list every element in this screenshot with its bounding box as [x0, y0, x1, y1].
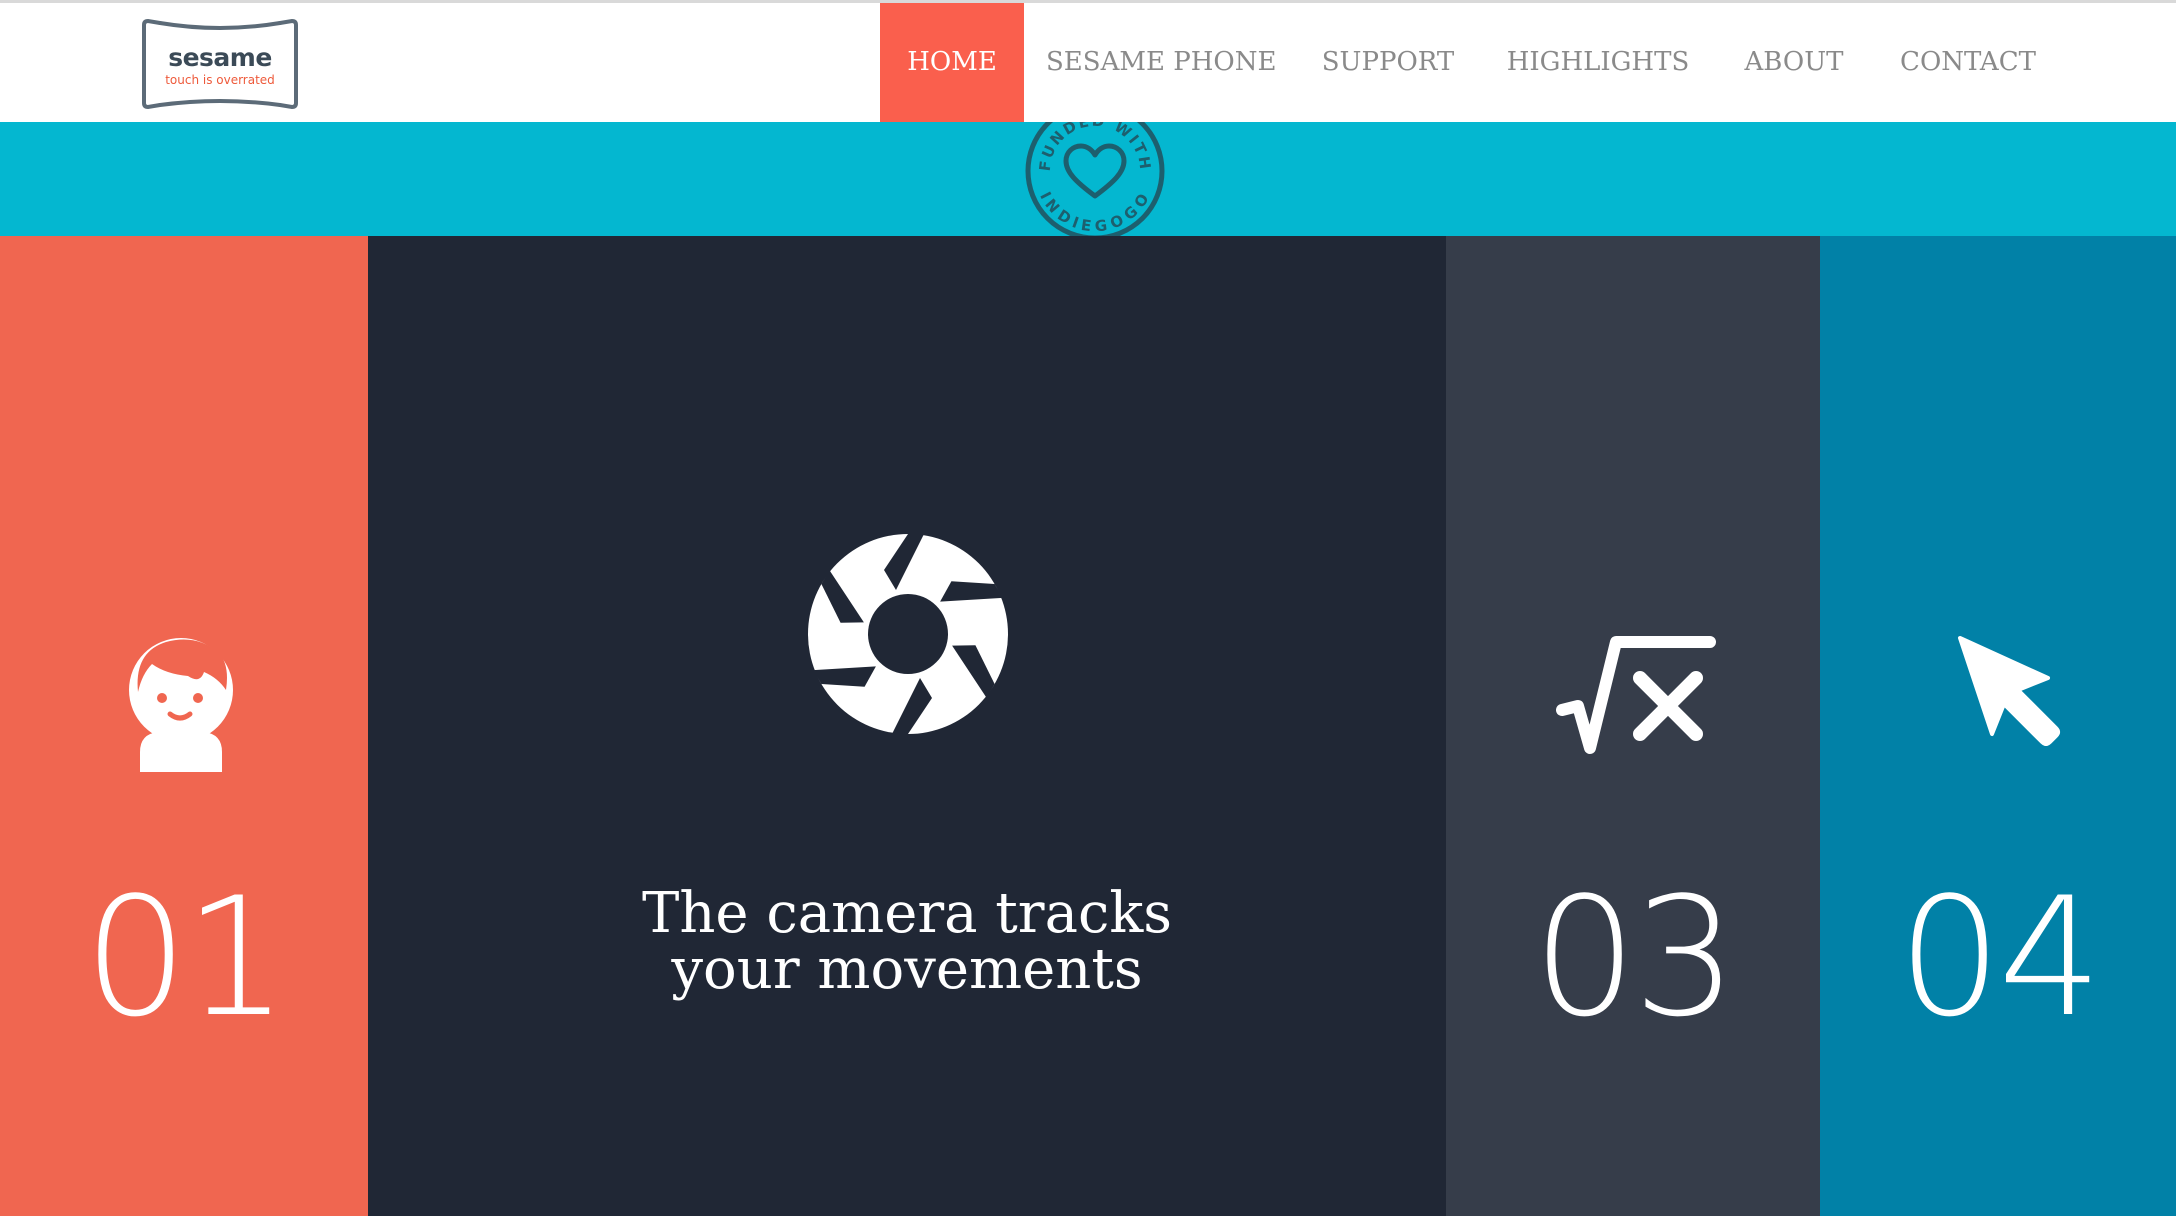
caption-line-1: The camera tracks: [641, 881, 1172, 946]
panel-caption: The camera tracks your movements: [368, 886, 1446, 998]
panel-number: 04: [1897, 862, 2103, 1053]
nav-contact[interactable]: CONTACT: [1894, 3, 2042, 122]
heart-icon: [1063, 143, 1127, 199]
site-header: sesame touch is overrated HOME SESAME PH…: [0, 0, 2176, 122]
indiegogo-badge[interactable]: FUNDED WITH INDIEGOGO: [1024, 122, 1166, 236]
caption-line-2: your movements: [671, 937, 1143, 1002]
logo-name: sesame: [168, 43, 272, 72]
nav-sesame-phone[interactable]: SESAME PHONE: [1046, 3, 1276, 122]
nav-home[interactable]: HOME: [880, 3, 1024, 122]
promo-banner: FUNDED WITH INDIEGOGO: [0, 122, 2176, 236]
svg-text:FUNDED WITH: FUNDED WITH: [1036, 122, 1155, 172]
panel-number: 03: [1532, 862, 1738, 1053]
nav-about[interactable]: ABOUT: [1738, 3, 1850, 122]
feature-panel-02[interactable]: The camera tracks your movements: [368, 236, 1446, 1216]
camera-aperture-icon: [808, 534, 1008, 734]
badge-text-top: FUNDED WITH: [1036, 122, 1153, 172]
square-root-x-icon: [1556, 636, 1716, 754]
sesame-logo[interactable]: sesame touch is overrated: [142, 19, 298, 111]
cursor-arrow-icon: [1958, 636, 2060, 746]
feature-panel-04[interactable]: 04: [1820, 236, 2176, 1216]
feature-panel-03[interactable]: 03: [1446, 236, 1820, 1216]
panel-number: 01: [83, 862, 289, 1053]
nav-support[interactable]: SUPPORT: [1316, 3, 1460, 122]
feature-panel-01[interactable]: 01: [0, 236, 368, 1216]
logo-tagline: touch is overrated: [165, 73, 275, 87]
face-icon: [129, 638, 233, 772]
nav-highlights[interactable]: HIGHLIGHTS: [1504, 3, 1692, 122]
